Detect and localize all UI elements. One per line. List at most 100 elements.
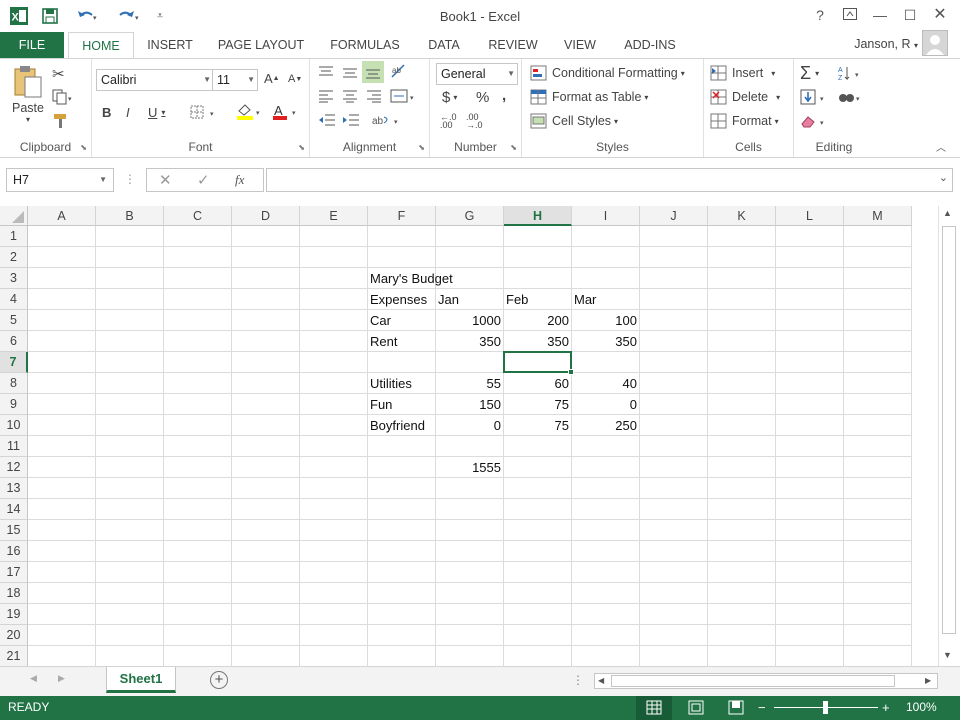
format-cells-button[interactable]: Format ▾ (710, 113, 779, 129)
cell-d21[interactable] (232, 646, 300, 666)
cell-d20[interactable] (232, 625, 300, 646)
cell-e8[interactable] (300, 373, 368, 394)
row-header-10[interactable]: 10 (0, 415, 28, 436)
cell-f2[interactable] (368, 247, 436, 268)
row-header-6[interactable]: 6 (0, 331, 28, 352)
delete-cells-button[interactable]: Delete ▾ (710, 89, 780, 105)
cell-f14[interactable] (368, 499, 436, 520)
cell-h21[interactable] (504, 646, 572, 666)
cell-m13[interactable] (844, 478, 912, 499)
cell-d3[interactable] (232, 268, 300, 289)
cell-e13[interactable] (300, 478, 368, 499)
help-button[interactable]: ? (806, 4, 834, 26)
row-header-9[interactable]: 9 (0, 394, 28, 415)
page-break-preview-button[interactable] (720, 696, 752, 720)
cell-k6[interactable] (708, 331, 776, 352)
ribbon-display-options-icon[interactable] (836, 4, 864, 26)
horizontal-scrollbar[interactable]: ◀ ▶ (594, 673, 938, 689)
cell-k3[interactable] (708, 268, 776, 289)
cell-k1[interactable] (708, 226, 776, 247)
cell-g19[interactable] (436, 604, 504, 625)
cell-m8[interactable] (844, 373, 912, 394)
cell-j4[interactable] (640, 289, 708, 310)
scroll-down-icon[interactable]: ▼ (943, 650, 952, 660)
insert-cells-button[interactable]: Insert ▾ (710, 65, 775, 81)
row-header-7[interactable]: 7 (0, 352, 28, 373)
cell-a6[interactable] (28, 331, 96, 352)
cell-c13[interactable] (164, 478, 232, 499)
cell-f4[interactable]: Expenses (368, 289, 436, 310)
cell-g11[interactable] (436, 436, 504, 457)
increase-decimal-icon[interactable]: ←.0.00 (440, 113, 457, 130)
cell-e9[interactable] (300, 394, 368, 415)
cell-i12[interactable] (572, 457, 640, 478)
format-as-table-button[interactable]: Format as Table ▾ (530, 89, 648, 105)
tab-add-ins[interactable]: ADD-INS (616, 32, 684, 58)
row-header-12[interactable]: 12 (0, 457, 28, 478)
cell-j17[interactable] (640, 562, 708, 583)
cell-f18[interactable] (368, 583, 436, 604)
cell-g6[interactable]: 350 (436, 331, 504, 352)
row-header-3[interactable]: 3 (0, 268, 28, 289)
cell-i9[interactable]: 0 (572, 394, 640, 415)
cell-m4[interactable] (844, 289, 912, 310)
cell-c18[interactable] (164, 583, 232, 604)
cell-e6[interactable] (300, 331, 368, 352)
cell-k2[interactable] (708, 247, 776, 268)
tab-home[interactable]: HOME (68, 32, 134, 59)
sheet-tab-sheet1[interactable]: Sheet1 (106, 667, 176, 693)
cell-b4[interactable] (96, 289, 164, 310)
cell-l17[interactable] (776, 562, 844, 583)
cell-k11[interactable] (708, 436, 776, 457)
cell-b11[interactable] (96, 436, 164, 457)
user-account[interactable]: Janson, R ▾ (854, 37, 918, 51)
cell-e2[interactable] (300, 247, 368, 268)
cell-h20[interactable] (504, 625, 572, 646)
vertical-scrollbar[interactable]: ▲ ▼ (938, 206, 960, 666)
cell-styles-button[interactable]: Cell Styles ▾ (530, 113, 618, 129)
cell-i13[interactable] (572, 478, 640, 499)
cell-c7[interactable] (164, 352, 232, 373)
row-header-11[interactable]: 11 (0, 436, 28, 457)
cell-h5[interactable]: 200 (504, 310, 572, 331)
cell-k17[interactable] (708, 562, 776, 583)
cell-g17[interactable] (436, 562, 504, 583)
zoom-level[interactable]: 100% (906, 700, 937, 714)
vertical-scroll-thumb[interactable] (942, 226, 956, 634)
cell-a9[interactable] (28, 394, 96, 415)
column-header-k[interactable]: K (708, 206, 776, 226)
cell-l9[interactable] (776, 394, 844, 415)
cell-c15[interactable] (164, 520, 232, 541)
clear-icon[interactable]: ▾ (800, 113, 830, 129)
cell-c21[interactable] (164, 646, 232, 666)
font-name-dropdown[interactable]: Calibri ▼ (96, 69, 214, 91)
cell-a21[interactable] (28, 646, 96, 666)
cell-b15[interactable] (96, 520, 164, 541)
cell-g8[interactable]: 55 (436, 373, 504, 394)
cell-m7[interactable] (844, 352, 912, 373)
underline-icon[interactable]: U ▾ (148, 105, 165, 120)
cell-m20[interactable] (844, 625, 912, 646)
cell-f1[interactable] (368, 226, 436, 247)
borders-icon[interactable]: ▾ (190, 105, 220, 119)
cell-c11[interactable] (164, 436, 232, 457)
cell-h17[interactable] (504, 562, 572, 583)
cell-m2[interactable] (844, 247, 912, 268)
cell-i7[interactable] (572, 352, 640, 373)
enter-icon[interactable]: ✓ (197, 171, 210, 189)
fill-color-icon[interactable]: ▾ (236, 103, 266, 121)
cell-j9[interactable] (640, 394, 708, 415)
column-header-d[interactable]: D (232, 206, 300, 226)
cell-c10[interactable] (164, 415, 232, 436)
cell-i4[interactable]: Mar (572, 289, 640, 310)
new-sheet-icon[interactable]: + (210, 671, 228, 689)
cell-h3[interactable] (504, 268, 572, 289)
cell-j12[interactable] (640, 457, 708, 478)
cell-g7[interactable] (436, 352, 504, 373)
tab-page-layout[interactable]: PAGE LAYOUT (212, 32, 310, 58)
page-layout-view-button[interactable] (680, 696, 712, 720)
cell-a13[interactable] (28, 478, 96, 499)
cell-d12[interactable] (232, 457, 300, 478)
cell-h10[interactable]: 75 (504, 415, 572, 436)
cell-j2[interactable] (640, 247, 708, 268)
